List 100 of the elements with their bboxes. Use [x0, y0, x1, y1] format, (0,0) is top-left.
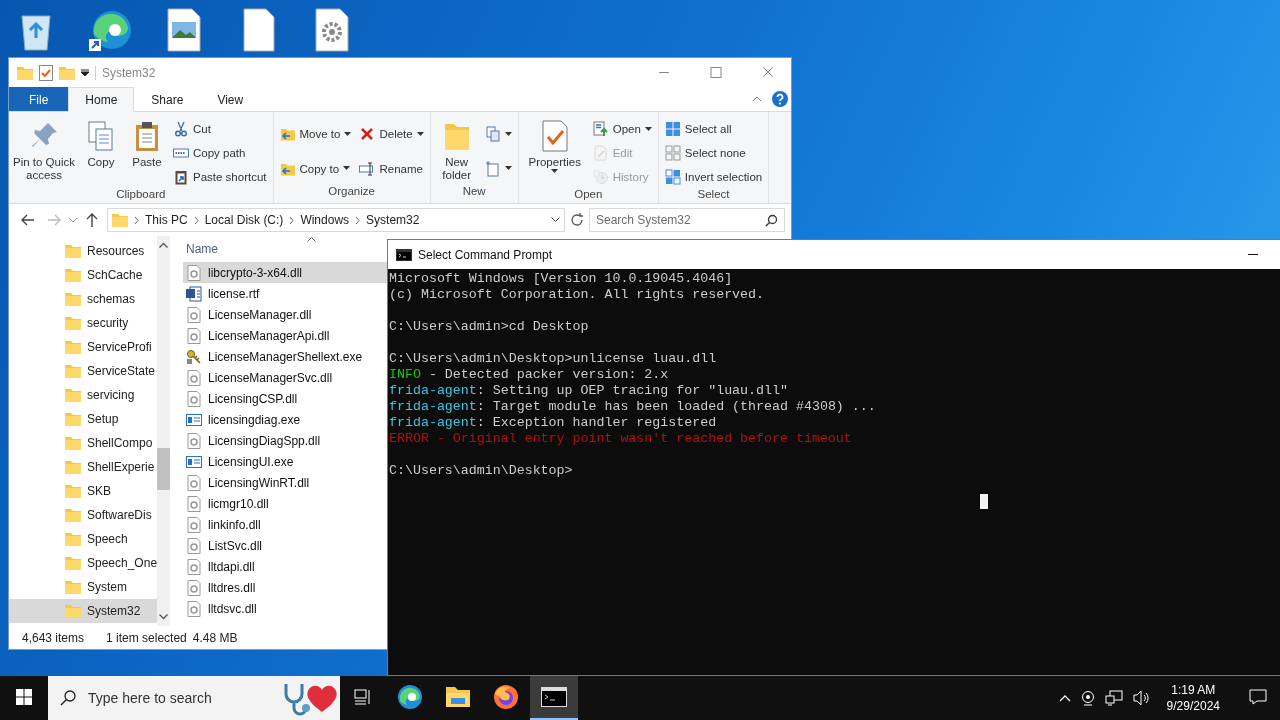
- nav-item[interactable]: System32: [9, 599, 158, 623]
- ribbon-button[interactable]: Rename: [357, 157, 426, 180]
- scroll-up-icon[interactable]: [159, 242, 169, 248]
- folder-icon: [65, 268, 81, 282]
- dll-file-icon: [186, 327, 202, 344]
- breadcrumb[interactable]: This PC: [145, 213, 188, 227]
- address-bar[interactable]: This PC Local Disk (C:) Windows System32: [107, 208, 565, 232]
- scrollbar[interactable]: [157, 236, 171, 626]
- taskbar-app[interactable]: [530, 676, 578, 720]
- chevron-up-icon[interactable]: [1058, 694, 1071, 702]
- file-row[interactable]: lltdres.dll: [183, 577, 389, 598]
- file-row[interactable]: LicenseManager.dll: [183, 304, 389, 325]
- file-row[interactable]: ListSvc.dll: [183, 535, 389, 556]
- breadcrumb[interactable]: Local Disk (C:): [204, 213, 284, 227]
- help-icon[interactable]: [772, 91, 788, 107]
- volume-icon[interactable]: [1132, 690, 1151, 706]
- console-line: ERROR - Original entry point wasn't reached before timeout: [389, 431, 853, 447]
- nav-item[interactable]: security: [9, 311, 158, 335]
- nav-item[interactable]: Resources: [9, 239, 158, 263]
- ribbon-button[interactable]: Cut: [171, 118, 269, 140]
- dropdown-icon[interactable]: [81, 68, 89, 77]
- ribbon-tab[interactable]: Home: [68, 87, 135, 112]
- ribbon-button[interactable]: Select all: [662, 118, 765, 140]
- ribbon-button[interactable]: Properties: [522, 118, 587, 174]
- breadcrumb[interactable]: Windows: [300, 213, 350, 227]
- ribbon-button[interactable]: Delete: [357, 123, 426, 146]
- ribbon-button[interactable]: Paste: [127, 118, 167, 169]
- nav-item[interactable]: ServiceProfi: [9, 335, 158, 359]
- nav-item[interactable]: ShellCompo: [9, 431, 158, 455]
- scroll-down-icon[interactable]: [159, 614, 169, 620]
- scroll-thumb[interactable]: [157, 448, 171, 490]
- file-row[interactable]: linkinfo.dll: [183, 514, 389, 535]
- file-row[interactable]: licensingdiag.exe: [183, 409, 389, 430]
- ribbon-button[interactable]: Select none: [662, 142, 765, 164]
- ribbon-button[interactable]: Paste shortcut: [171, 166, 269, 188]
- dll-file-icon: [186, 537, 202, 554]
- nav-item[interactable]: ShellExperie: [9, 455, 158, 479]
- breadcrumb[interactable]: System32: [366, 213, 420, 227]
- refresh-icon[interactable]: [569, 212, 585, 228]
- column-header[interactable]: Name: [186, 242, 218, 256]
- ribbon-tab[interactable]: View: [200, 87, 261, 111]
- webcam-icon[interactable]: [1080, 690, 1095, 706]
- new-item-icon: [484, 126, 501, 143]
- dll-file-icon: [186, 369, 202, 386]
- file-row[interactable]: LicensingWinRT.dll: [183, 472, 389, 493]
- file-tab[interactable]: File: [9, 87, 69, 111]
- folder-icon: [65, 316, 81, 330]
- folder-icon: [112, 213, 128, 227]
- file-row[interactable]: LicensingDiagSpp.dll: [183, 430, 389, 451]
- file-row[interactable]: libcrypto-3-x64.dll: [183, 262, 389, 283]
- nav-item[interactable]: ServiceState: [9, 359, 158, 383]
- sort-icon: [307, 237, 316, 242]
- search-field[interactable]: Type here to search: [48, 676, 340, 720]
- ribbon-button[interactable]: Open: [590, 118, 654, 140]
- ribbon-button[interactable]: Move to: [277, 123, 354, 146]
- file-row[interactable]: LicenseManagerSvc.dll: [183, 367, 389, 388]
- dll-file-icon: [186, 432, 202, 449]
- file-row[interactable]: licmgr10.dll: [183, 493, 389, 514]
- ribbon-tab[interactable]: Share: [134, 87, 201, 111]
- open-icon: [592, 121, 609, 137]
- file-row[interactable]: lltdsvc.dll: [183, 598, 389, 619]
- file-row[interactable]: LicensingUI.exe: [183, 451, 389, 472]
- nav-item[interactable]: System: [9, 575, 158, 599]
- nav-item[interactable]: Speech: [9, 527, 158, 551]
- group-label: Select: [696, 188, 731, 202]
- browser-shortcut-icon[interactable]: [88, 8, 132, 52]
- search-field[interactable]: Search System32: [589, 208, 785, 232]
- file-row[interactable]: LicenseManagerShellext.exe: [183, 346, 389, 367]
- dll-file-icon: [186, 306, 202, 323]
- caret-icon[interactable]: [69, 217, 77, 223]
- history-icon: [592, 169, 609, 185]
- console-icon: [541, 687, 567, 707]
- ribbon-button[interactable]: Invert selection: [662, 166, 765, 188]
- nav-item[interactable]: servicing: [9, 383, 158, 407]
- properties-icon[interactable]: [39, 64, 53, 81]
- nav-item[interactable]: SKB: [9, 479, 158, 503]
- ribbon-button[interactable]: Copy: [79, 118, 123, 169]
- invert-selection-icon: [664, 169, 681, 185]
- dropdown-icon[interactable]: [551, 217, 560, 223]
- ribbon-button[interactable]: Copy to: [277, 157, 354, 180]
- chevron-icon: [134, 216, 139, 224]
- file-row[interactable]: LicensingCSP.dll: [183, 388, 389, 409]
- nav-item[interactable]: Setup: [9, 407, 158, 431]
- network-icon[interactable]: [1104, 690, 1123, 706]
- ribbon-button[interactable]: Copy path: [171, 142, 269, 164]
- nav-item[interactable]: SoftwareDis: [9, 503, 158, 527]
- edit-icon: [592, 145, 609, 161]
- browser-icon: [397, 684, 423, 710]
- nav-item[interactable]: SchCache: [9, 263, 158, 287]
- file-row[interactable]: license.rtf: [183, 283, 389, 304]
- collapse-icon[interactable]: [752, 96, 762, 102]
- nav-item[interactable]: schemas: [9, 287, 158, 311]
- task-view-icon: [354, 689, 372, 705]
- clock[interactable]: 1:19 AM 9/29/2024: [1160, 682, 1226, 714]
- file-row[interactable]: lltdapi.dll: [183, 556, 389, 577]
- nav-item[interactable]: Speech_One: [9, 551, 158, 575]
- ribbon-button[interactable]: New folder: [434, 118, 479, 182]
- file-row[interactable]: LicenseManagerApi.dll: [183, 325, 389, 346]
- dll-file-icon: [186, 579, 202, 596]
- ribbon-button[interactable]: Pin to Quick access: [13, 118, 75, 182]
